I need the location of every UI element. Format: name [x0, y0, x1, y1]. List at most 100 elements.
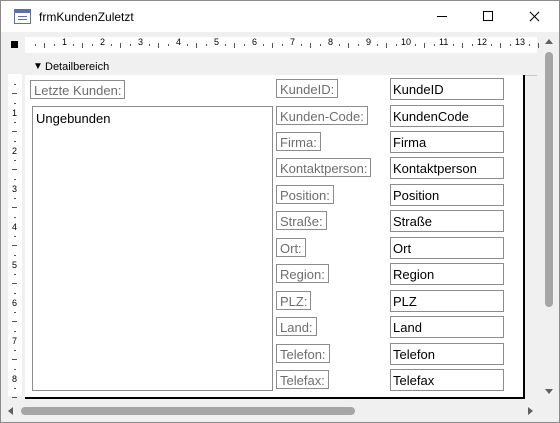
ruler-mark: 4: [176, 37, 182, 47]
street-field[interactable]: Straße: [390, 210, 504, 232]
window-title: frmKundenZuletzt: [39, 10, 134, 24]
ruler-tick: [120, 43, 121, 48]
ruler-tick: [12, 207, 17, 208]
position-label[interactable]: Position:: [276, 185, 334, 204]
customer-code-label[interactable]: Kunden-Code:: [276, 106, 368, 125]
design-canvas[interactable]: Letzte Kunden: Ungebunden KundeID: Kunde…: [25, 75, 525, 399]
ruler-tick: [12, 283, 17, 284]
ruler-mark: 2: [100, 37, 106, 47]
horizontal-ruler[interactable]: 1 2 3 4 5 6 7 8 9 10 11 12 13: [25, 37, 549, 53]
horizontal-scrollbar[interactable]: [4, 402, 539, 419]
ruler-tick: [272, 43, 273, 48]
ruler-tick: [14, 121, 16, 123]
ruler-mark: 1: [62, 37, 68, 47]
ruler-tick: [196, 43, 197, 48]
ruler-mark: 4: [12, 222, 18, 232]
region-field[interactable]: Region: [390, 263, 504, 285]
contact-person-field[interactable]: Kontaktperson: [390, 157, 504, 179]
ruler-mark: 6: [252, 37, 258, 47]
customer-id-field[interactable]: KundeID: [390, 78, 504, 100]
ruler-tick: [12, 245, 17, 246]
ruler-tick: [424, 43, 425, 48]
contact-person-label[interactable]: Kontaktperson:: [276, 158, 372, 177]
ruler-tick: [471, 44, 473, 46]
ruler-mark: 12: [477, 37, 488, 47]
fax-field[interactable]: Telefax: [390, 369, 504, 391]
ruler-tick: [338, 44, 340, 46]
ruler-tick: [14, 368, 16, 370]
customer-id-label[interactable]: KundeID:: [276, 79, 339, 98]
country-label[interactable]: Land:: [276, 317, 317, 336]
ruler-tick: [14, 387, 16, 389]
ruler-tick: [490, 44, 492, 46]
ruler-tick: [129, 44, 131, 46]
ruler-tick: [186, 44, 188, 46]
zip-field[interactable]: PLZ: [390, 290, 504, 312]
recent-customers-listbox[interactable]: Ungebunden: [32, 106, 273, 391]
ruler-tick: [12, 359, 17, 360]
street-label[interactable]: Straße:: [276, 211, 327, 230]
ruler-tick: [53, 44, 55, 46]
ruler-mark: 13: [515, 37, 526, 47]
ruler-tick: [14, 330, 16, 332]
phone-label[interactable]: Telefon:: [276, 344, 330, 363]
city-field[interactable]: Ort: [390, 237, 504, 259]
ruler-tick: [205, 44, 207, 46]
ruler-tick: [281, 44, 283, 46]
ruler-tick: [14, 349, 16, 351]
ruler-tick: [509, 44, 511, 46]
ruler-tick: [538, 43, 539, 48]
zip-label[interactable]: PLZ:: [276, 291, 312, 310]
ruler-mark: 8: [328, 37, 334, 47]
ruler-tick: [243, 44, 245, 46]
ruler-mark: 6: [12, 298, 18, 308]
ruler-tick: [348, 43, 349, 48]
ruler-tick: [158, 43, 159, 48]
ruler-tick: [72, 44, 74, 46]
ruler-tick: [14, 197, 16, 199]
minimize-button[interactable]: [419, 1, 465, 32]
phone-field[interactable]: Telefon: [390, 343, 504, 365]
ruler-tick: [319, 44, 321, 46]
ruler-tick: [34, 44, 36, 46]
scroll-down-icon[interactable]: [545, 389, 553, 394]
ruler-tick: [262, 44, 264, 46]
ruler-mark: 5: [12, 260, 18, 270]
ruler-tick: [234, 43, 235, 48]
fax-label[interactable]: Telefax:: [276, 370, 329, 389]
ruler-mark: 7: [12, 336, 18, 346]
company-field[interactable]: Firma: [390, 131, 504, 153]
ruler-tick: [14, 102, 16, 104]
ruler-tick: [528, 44, 530, 46]
recent-customers-label[interactable]: Letzte Kunden:: [30, 80, 126, 99]
customer-code-field[interactable]: KundenCode: [390, 105, 504, 127]
vertical-scroll-thumb[interactable]: [545, 52, 553, 307]
city-label[interactable]: Ort:: [276, 238, 306, 257]
scroll-left-icon[interactable]: [8, 407, 13, 415]
resize-grip[interactable]: [541, 402, 558, 419]
ruler-tick: [386, 43, 387, 48]
form-selector[interactable]: [11, 41, 18, 48]
ruler-tick: [148, 44, 150, 46]
vertical-ruler[interactable]: 1 2 3 4 5 6 7 8: [8, 74, 22, 408]
ruler-tick: [14, 273, 16, 275]
title-bar[interactable]: frmKundenZuletzt: [1, 1, 559, 32]
detail-section-bar[interactable]: ▼ Detailbereich: [25, 58, 537, 76]
scroll-up-icon[interactable]: [545, 39, 553, 44]
ruler-mark: 3: [138, 37, 144, 47]
ruler-mark: 2: [12, 146, 18, 156]
scroll-right-icon[interactable]: [528, 407, 533, 415]
ruler-tick: [452, 44, 454, 46]
horizontal-scroll-thumb[interactable]: [21, 407, 355, 415]
country-field[interactable]: Land: [390, 316, 504, 338]
vertical-scrollbar[interactable]: [541, 37, 558, 400]
region-label[interactable]: Region:: [276, 264, 329, 283]
position-field[interactable]: Position: [390, 184, 504, 206]
maximize-button[interactable]: [465, 1, 511, 32]
ruler-mark: 5: [214, 37, 220, 47]
company-label[interactable]: Firma:: [276, 132, 321, 151]
section-arrow-icon: ▼: [33, 61, 43, 72]
close-button[interactable]: [511, 1, 557, 32]
ruler-tick: [91, 44, 93, 46]
ruler-tick: [357, 44, 359, 46]
